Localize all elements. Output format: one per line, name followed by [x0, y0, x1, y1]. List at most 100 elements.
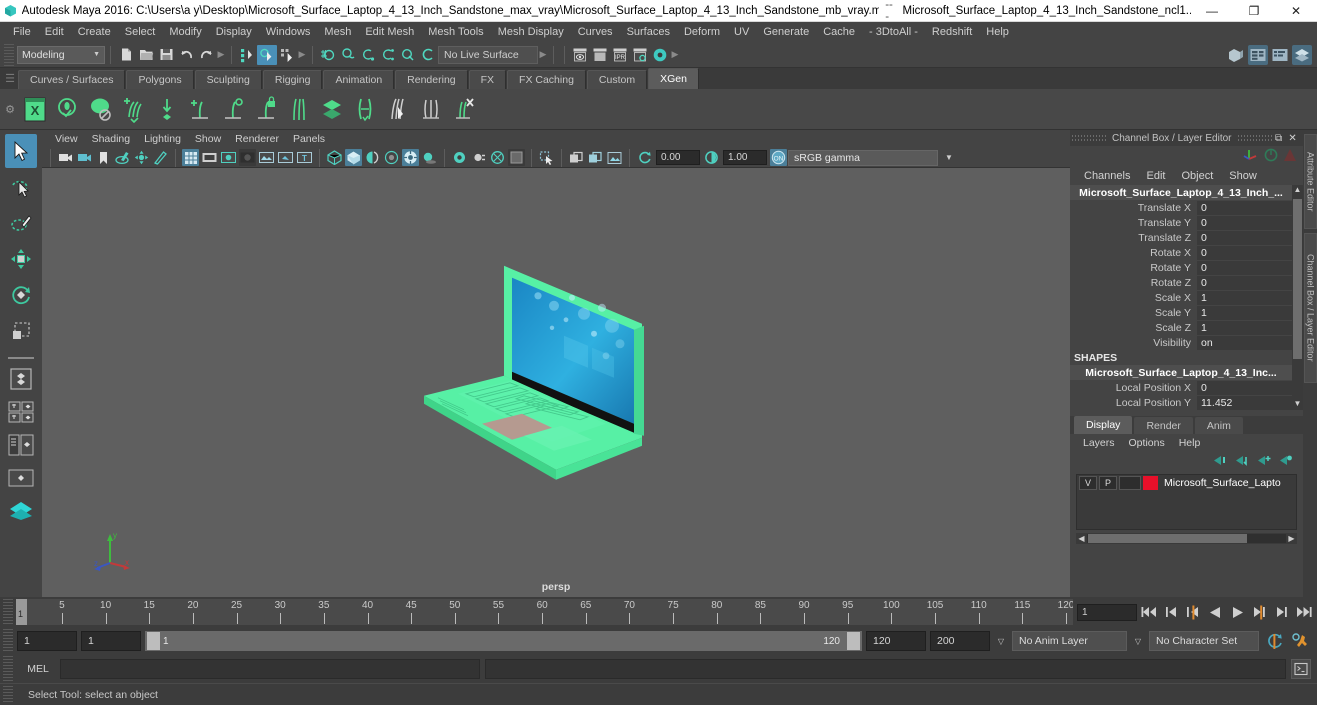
- scale-tool-button[interactable]: [5, 314, 37, 348]
- chevron-down-icon[interactable]: ▼: [938, 150, 960, 166]
- channel-value[interactable]: 0: [1197, 200, 1292, 215]
- shelf-tab-xgen[interactable]: XGen: [648, 68, 699, 89]
- paint-select-tool-button[interactable]: [5, 206, 37, 240]
- cb-menu-object[interactable]: Object: [1173, 169, 1221, 183]
- animation-preferences-icon[interactable]: [1289, 630, 1311, 652]
- scrollbar-thumb[interactable]: [1293, 199, 1302, 359]
- layer-new-icon[interactable]: [1256, 454, 1271, 470]
- save-scene-icon[interactable]: [156, 45, 176, 65]
- xray-mode-icon[interactable]: [277, 149, 294, 166]
- undock-panel-icon[interactable]: ⧉: [1272, 133, 1286, 144]
- channel-value[interactable]: 0: [1197, 260, 1292, 275]
- side-tab-channel-box[interactable]: Channel Box / Layer Editor: [1303, 233, 1317, 383]
- panel-grip-icon-right[interactable]: [1237, 134, 1272, 142]
- layer-state-toggle[interactable]: [1119, 476, 1141, 490]
- film-gate-icon[interactable]: [201, 149, 218, 166]
- viewport-menu-shading[interactable]: Shading: [85, 132, 138, 146]
- menu-mesh-tools[interactable]: Mesh Tools: [421, 24, 490, 40]
- channel-value[interactable]: 1: [1197, 320, 1292, 335]
- channel-box-scrollbar[interactable]: ▲ ▼: [1292, 185, 1303, 410]
- layer-name[interactable]: Microsoft_Surface_Lapto: [1160, 477, 1281, 489]
- step-back-frame-icon[interactable]: [1183, 602, 1203, 622]
- xgen-window-icon[interactable]: X: [18, 92, 51, 127]
- view-image-icon[interactable]: [606, 149, 623, 166]
- shelf-tab-curves-surfaces[interactable]: Curves / Surfaces: [18, 70, 126, 89]
- layer-list[interactable]: V P Microsoft_Surface_Lapto: [1076, 474, 1297, 530]
- channel-row-scale-x[interactable]: Scale X 1: [1070, 290, 1292, 305]
- layer-color-swatch[interactable]: [1143, 476, 1158, 490]
- menu-cache[interactable]: Cache: [816, 24, 862, 40]
- layout-hypershade-button[interactable]: [5, 496, 37, 526]
- animation-end-time-field[interactable]: 200: [930, 631, 990, 651]
- xgen-delete-guide-icon[interactable]: [447, 92, 480, 127]
- show-hide-modeling-toolkit-icon[interactable]: [1226, 45, 1246, 65]
- smooth-shading-icon[interactable]: [345, 149, 362, 166]
- anim-layer-combo[interactable]: No Anim Layer: [1012, 631, 1127, 651]
- lasso-select-tool-button[interactable]: [5, 170, 37, 204]
- menu-surfaces[interactable]: Surfaces: [620, 24, 677, 40]
- render-settings-icon[interactable]: [630, 45, 650, 65]
- show-hide-tool-settings-icon[interactable]: [1270, 45, 1290, 65]
- menu-mesh-display[interactable]: Mesh Display: [491, 24, 571, 40]
- image-plane-icon[interactable]: [114, 149, 131, 166]
- snap-to-curve-icon[interactable]: [338, 45, 358, 65]
- command-language-label[interactable]: MEL: [21, 663, 55, 675]
- viewport-menu-view[interactable]: View: [48, 132, 85, 146]
- animation-start-time-field[interactable]: 1: [17, 631, 77, 651]
- select-by-object-type-icon[interactable]: [257, 44, 277, 65]
- help-line-grip[interactable]: [3, 685, 13, 704]
- menu-windows[interactable]: Windows: [259, 24, 318, 40]
- cb-menu-channels[interactable]: Channels: [1076, 169, 1138, 183]
- xgen-select-guide-icon[interactable]: [216, 92, 249, 127]
- color-management-field[interactable]: sRGB gamma: [788, 149, 938, 166]
- viewport-menu-lighting[interactable]: Lighting: [137, 132, 188, 146]
- layout-persp-graph-button[interactable]: [5, 463, 37, 493]
- bookmark-icon[interactable]: [95, 149, 112, 166]
- wireframe-shading-icon[interactable]: [326, 149, 343, 166]
- status-expand-arrow-3[interactable]: ▶: [538, 49, 548, 60]
- xgen-import-icon[interactable]: [150, 92, 183, 127]
- channel-row-rotate-z[interactable]: Rotate Z 0: [1070, 275, 1292, 290]
- layer-menu-options[interactable]: Options: [1122, 436, 1172, 450]
- current-frame-field[interactable]: 1: [1077, 603, 1137, 621]
- manipulator-axis-icon[interactable]: [1243, 148, 1259, 165]
- select-by-hierarchy-icon[interactable]: [237, 45, 257, 65]
- gate-mask-icon[interactable]: [239, 149, 256, 166]
- rotate-tool-button[interactable]: [5, 278, 37, 312]
- channel-row-visibility[interactable]: Visibility on: [1070, 335, 1292, 350]
- play-forwards-icon[interactable]: [1227, 602, 1247, 622]
- cb-menu-show[interactable]: Show: [1221, 169, 1265, 183]
- play-backwards-icon[interactable]: [1205, 602, 1225, 622]
- step-forward-frame-icon[interactable]: [1249, 602, 1269, 622]
- show-hide-channel-box-icon[interactable]: [1292, 44, 1312, 65]
- layout-four-view-button[interactable]: [5, 397, 37, 427]
- layer-list-horizontal-scrollbar[interactable]: ◀ ▶: [1076, 533, 1297, 544]
- xgen-create-description-icon[interactable]: [51, 92, 84, 127]
- redo-icon[interactable]: [196, 45, 216, 65]
- menuset-selector[interactable]: Modeling ▼: [17, 45, 105, 64]
- viewport-menu-panels[interactable]: Panels: [286, 132, 332, 146]
- scroll-down-arrow-icon[interactable]: ▼: [1293, 399, 1302, 410]
- snap-to-point-icon[interactable]: [358, 45, 378, 65]
- layer-playback-toggle[interactable]: P: [1099, 476, 1117, 490]
- channel-row-scale-z[interactable]: Scale Z 1: [1070, 320, 1292, 335]
- menu-edit-mesh[interactable]: Edit Mesh: [358, 24, 421, 40]
- exposure-value-field[interactable]: 0.00: [656, 150, 700, 165]
- channel-value[interactable]: 11.452: [1197, 395, 1292, 410]
- channel-row-translate-x[interactable]: Translate X 0: [1070, 200, 1292, 215]
- menu-help[interactable]: Help: [979, 24, 1016, 40]
- snap-to-grid-icon[interactable]: [318, 45, 338, 65]
- auto-keyframe-icon[interactable]: [1263, 630, 1285, 652]
- exposure-control-icon[interactable]: [258, 149, 275, 166]
- redo-previous-render-icon[interactable]: [590, 45, 610, 65]
- open-scene-icon[interactable]: [136, 45, 156, 65]
- textured-shading-icon[interactable]: [383, 149, 400, 166]
- resolution-gate-icon[interactable]: [220, 149, 237, 166]
- xgen-lock-guide-icon[interactable]: [249, 92, 282, 127]
- status-line-grip[interactable]: [4, 43, 14, 66]
- xgen-add-grooming-icon[interactable]: [117, 92, 150, 127]
- anim-layer-dropdown-icon[interactable]: ▽: [994, 637, 1008, 646]
- channel-row-local-position-y[interactable]: Local Position Y 11.452: [1070, 395, 1292, 410]
- shelf-tab-custom[interactable]: Custom: [586, 70, 648, 89]
- multisample-aa-icon[interactable]: [489, 149, 506, 166]
